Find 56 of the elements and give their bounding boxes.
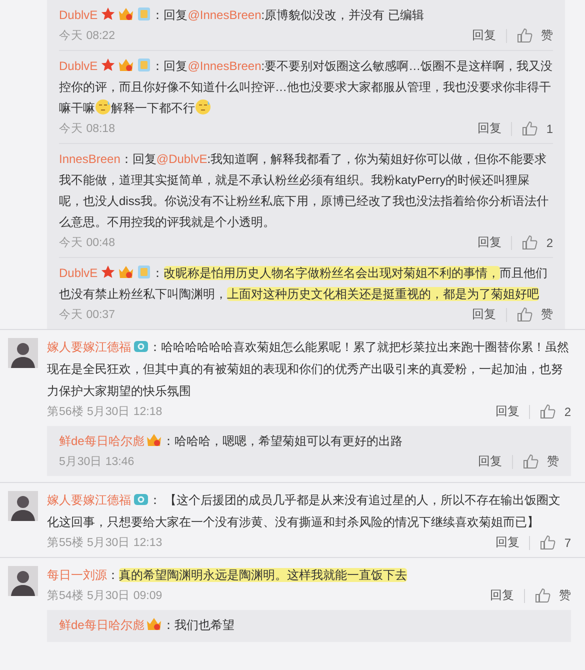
reply-button[interactable]: 回复 — [477, 120, 502, 137]
reply-button[interactable]: 回复 — [495, 534, 520, 551]
like-button[interactable]: 1 — [522, 121, 553, 136]
crown-icon — [146, 433, 162, 447]
like-button[interactable]: 赞 — [523, 453, 559, 470]
timestamp: 5月30日 13:46 — [59, 455, 134, 469]
comment-text: 鲜de每日哈尔彪 ：我们也希望 — [59, 616, 236, 634]
comment-text: InnesBreen：回复@DublvE:我知道啊，解释我都看了，你为菊姐好你可以做，但你不能要求我不能做，道理其实挺简单，就是不承认粉丝必须有组织。我粉katyPerry的时候还叫狸屎呢，也没人diss我。你说没有不让粉丝私底下用，原博已经改了我也没法指着给你分析语法什么意思。不用控我的评我就是个小透明。 — [59, 151, 550, 231]
star-icon — [100, 265, 116, 279]
sweat-emoji-icon — [195, 99, 211, 115]
thumbs-up-icon — [540, 535, 556, 550]
thumbs-up-icon — [522, 235, 538, 250]
comment-text: DublvE ：改昵称是怕用历史人物名字做粉丝名会出现对菊姐不利的事情，而且他们也没有禁止粉丝私下叫陶渊明，上面对这种历史文化相关还是挺重视的，都是为了菊姐好吧 — [59, 264, 549, 303]
camera-icon — [133, 339, 149, 353]
crown-icon — [146, 617, 162, 631]
comment-text: DublvE ：回复@InnesBreen:原博貌似没改，并没有 已编辑 — [59, 6, 425, 24]
like-button[interactable]: 赞 — [535, 587, 571, 604]
timestamp: 第54楼 5月30日 09:09 — [47, 588, 162, 603]
thumbs-up-icon — [523, 454, 539, 469]
sweat-emoji-icon — [95, 99, 111, 115]
like-button[interactable]: 2 — [540, 404, 571, 419]
comment-text: DublvE ：回复@InnesBreen:要不要别对饭圈这么敏感啊…饭圈不是这样啊，我又没控你的评，而且你好像不知道什么叫控评…他也没要求大家都服从管理，我也没要求你非得干嘛干嘛 解释一下都不行 — [59, 57, 553, 117]
thumbs-up-icon — [517, 28, 533, 43]
comment-text: 鲜de每日哈尔彪 ：哈哈哈，嗯嗯，希望菊姐可以有更好的出路 — [59, 432, 404, 450]
timestamp: 今天 00:37 — [59, 308, 115, 322]
like-button[interactable]: 2 — [522, 235, 553, 250]
comment-text: 嫁人要嫁江德福 ：哈哈哈哈哈哈喜欢菊姐怎么能累呢！累了就把杉菜拉出来跑十圈替你累！虽然现在是全民狂欢，但其中真的有被菊姐的表现和你们的优秀产出吸引来的真爱粉，一起加油，也努力保护大家期望的快乐氛围 — [47, 338, 570, 400]
avatar[interactable] — [8, 566, 38, 596]
thumbs-up-icon — [540, 404, 556, 419]
timestamp: 今天 00:48 — [59, 236, 115, 250]
like-button[interactable]: 赞 — [517, 306, 553, 323]
like-button[interactable]: 7 — [540, 535, 571, 550]
comment-text: 每日一刘源：真的希望陶渊明永远是陶渊明。这样我就能一直饭下去 — [47, 567, 408, 584]
crown-icon — [118, 58, 134, 72]
timestamp: 今天 08:22 — [59, 28, 115, 43]
reply-button[interactable]: 回复 — [478, 453, 502, 470]
reply-button[interactable]: 回复 — [490, 587, 514, 604]
thumbs-up-icon — [522, 121, 538, 136]
like-button[interactable]: 赞 — [517, 27, 553, 44]
crown-icon — [118, 7, 134, 21]
reply-button[interactable]: 回复 — [495, 403, 520, 420]
star-icon — [100, 7, 116, 21]
thumbs-up-icon — [535, 588, 551, 603]
reply-button[interactable]: 回复 — [477, 234, 502, 251]
crown-icon — [118, 265, 134, 279]
timestamp: 第55楼 5月30日 12:13 — [47, 536, 162, 550]
thumbs-up-icon — [517, 307, 533, 322]
star-icon — [100, 58, 116, 72]
timestamp: 第56楼 5月30日 12:18 — [47, 404, 162, 419]
reply-button[interactable]: 回复 — [472, 306, 496, 323]
comment-text: 嫁人要嫁江德福 ： 【这个后援团的成员几乎都是从来没有追过星的人，所以不存在输出饭圈文化这回事，只想要给大家在一个没有涉黄、没有撕逼和封杀风险的情况下继续喜欢菊姐而已】 — [47, 491, 562, 531]
camera-icon — [133, 492, 149, 506]
avatar[interactable] — [8, 491, 38, 521]
timestamp: 今天 08:18 — [59, 122, 115, 136]
avatar[interactable] — [8, 338, 38, 368]
reply-button[interactable]: 回复 — [472, 27, 496, 44]
